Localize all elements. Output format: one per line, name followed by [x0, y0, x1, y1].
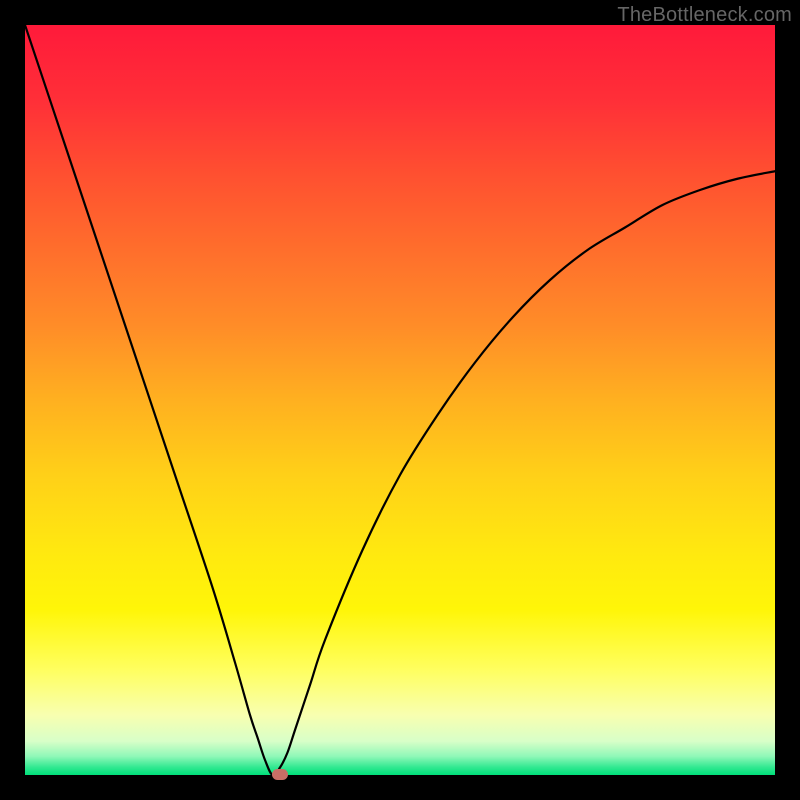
optimum-marker — [272, 769, 288, 780]
watermark-text: TheBottleneck.com — [617, 4, 792, 27]
chart-frame — [25, 25, 775, 775]
bottleneck-curve — [25, 25, 775, 775]
